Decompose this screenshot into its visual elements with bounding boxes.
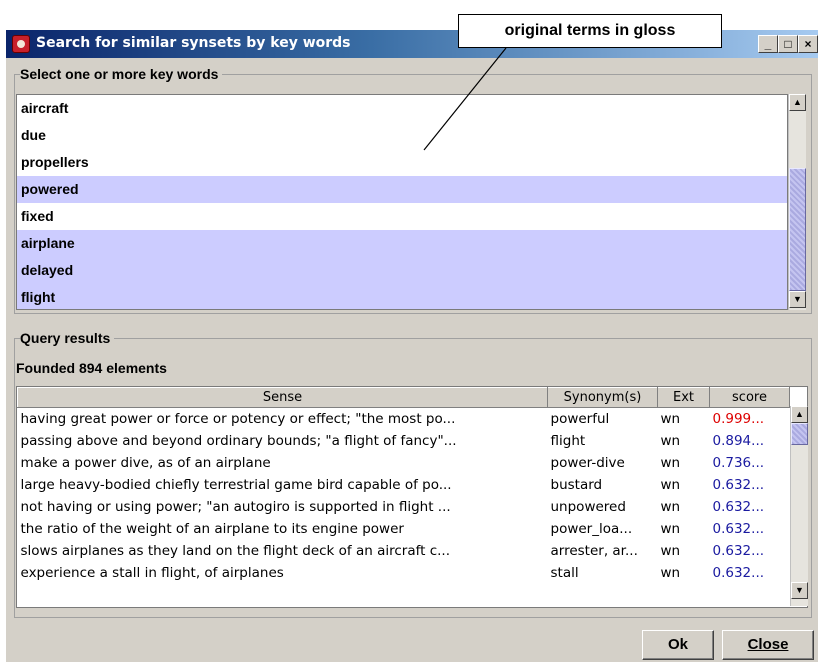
keyword-item[interactable]: flight [17, 284, 787, 309]
synonyms-cell: powerful [550, 410, 610, 427]
table-row[interactable]: the ratio of the weight of an airplane t… [18, 518, 790, 540]
column-header-sense[interactable]: Sense [17, 387, 548, 408]
keyword-item[interactable]: powered [17, 176, 787, 203]
table-row[interactable]: slows airplanes as they land on the flig… [18, 540, 790, 562]
synonyms-cell: flight [550, 432, 586, 449]
sense-cell: slows airplanes as they land on the flig… [20, 542, 451, 559]
close-window-button[interactable]: × [798, 35, 818, 53]
ext-cell: wn [660, 454, 681, 471]
result-count: Founded 894 elements [16, 360, 167, 376]
table-header-row: Sense Synonym(s) Ext score [17, 387, 790, 408]
sense-cell: having great power or force or potency o… [20, 410, 456, 427]
score-cell: 0.632... [712, 520, 765, 537]
results-scroll-thumb[interactable] [791, 423, 808, 445]
keyword-item[interactable]: delayed [17, 257, 787, 284]
synonyms-cell: power_loa... [550, 520, 633, 537]
table-row[interactable]: passing above and beyond ordinary bounds… [18, 430, 790, 452]
ext-cell: wn [660, 476, 681, 493]
sense-cell: not having or using power; "an autogiro … [20, 498, 451, 515]
window-title: Search for similar synsets by key words [36, 35, 351, 51]
score-cell: 0.999... [712, 410, 765, 427]
annotation-box: original terms in gloss [458, 14, 722, 48]
score-cell: 0.894... [712, 432, 765, 449]
synonyms-cell: stall [550, 564, 579, 581]
synonyms-cell: bustard [550, 476, 603, 493]
ext-cell: wn [660, 410, 681, 427]
close-button[interactable]: Close [722, 630, 814, 660]
sense-cell: passing above and beyond ordinary bounds… [20, 432, 457, 449]
keyword-item[interactable]: propellers [17, 149, 787, 176]
sense-cell: make a power dive, as of an airplane [20, 454, 271, 471]
table-row[interactable]: make a power dive, as of an airplane powe… [18, 452, 790, 474]
sense-cell: large heavy-bodied chiefly terrestrial g… [20, 476, 452, 493]
results-table[interactable]: Sense Synonym(s) Ext score having great … [16, 386, 808, 608]
ext-cell: wn [660, 432, 681, 449]
score-cell: 0.736... [712, 454, 765, 471]
scroll-thumb[interactable] [789, 168, 806, 291]
sense-cell: experience a stall in flight, of airplan… [20, 564, 284, 581]
keyword-item[interactable]: due [17, 122, 787, 149]
scroll-down-icon[interactable]: ▼ [789, 291, 806, 308]
ext-cell: wn [660, 542, 681, 559]
table-row[interactable]: not having or using power; "an autogiro … [18, 496, 790, 518]
score-cell: 0.632... [712, 542, 765, 559]
keywords-scrollbar[interactable]: ▲ ▼ [788, 94, 806, 310]
scroll-up-icon[interactable]: ▲ [789, 94, 806, 111]
ext-cell: wn [660, 498, 681, 515]
results-scroll-down-icon[interactable]: ▼ [791, 582, 808, 599]
keyword-item[interactable]: fixed [17, 203, 787, 230]
results-group-label: Query results [20, 330, 115, 346]
keywords-group-label: Select one or more key words [20, 66, 223, 82]
score-cell: 0.632... [712, 564, 765, 581]
table-row[interactable]: having great power or force or potency o… [18, 408, 790, 430]
synonyms-cell: arrester, ar... [550, 542, 638, 559]
ext-cell: wn [660, 520, 681, 537]
table-row[interactable]: experience a stall in flight, of airplan… [18, 562, 790, 584]
score-cell: 0.632... [712, 476, 765, 493]
maximize-button[interactable]: □ [778, 35, 798, 53]
keywords-list[interactable]: aircraft due propellers powered fixed airplan… [16, 94, 788, 310]
ok-button[interactable]: Ok [642, 630, 714, 660]
score-cell: 0.632... [712, 498, 765, 515]
minimize-button[interactable]: _ [758, 35, 778, 53]
results-scrollbar[interactable]: ▲ ▼ [790, 406, 808, 606]
ext-cell: wn [660, 564, 681, 581]
sense-cell: the ratio of the weight of an airplane t… [20, 520, 404, 537]
column-header-synonyms[interactable]: Synonym(s) [547, 387, 658, 408]
app-icon [12, 35, 30, 53]
synonyms-cell: power-dive [550, 454, 625, 471]
column-header-ext[interactable]: Ext [657, 387, 710, 408]
table-row[interactable]: large heavy-bodied chiefly terrestrial g… [18, 474, 790, 496]
column-header-score[interactable]: score [709, 387, 790, 408]
synonyms-cell: unpowered [550, 498, 626, 515]
results-scroll-up-icon[interactable]: ▲ [791, 406, 808, 423]
keyword-item[interactable]: airplane [17, 230, 787, 257]
keyword-item[interactable]: aircraft [17, 95, 787, 122]
